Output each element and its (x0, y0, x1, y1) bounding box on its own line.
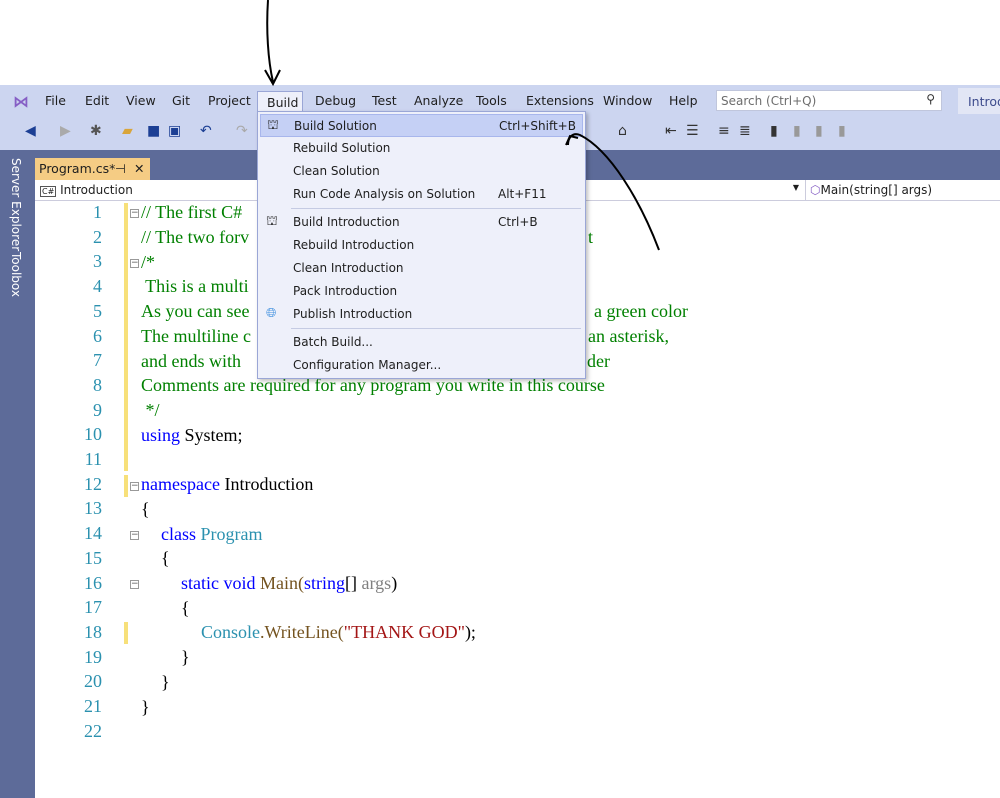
hand-drawn-arrow-to-build-solution (565, 133, 660, 251)
hand-drawn-arrow-to-build-menu (264, 0, 281, 87)
hand-drawn-annotations (264, 0, 660, 251)
